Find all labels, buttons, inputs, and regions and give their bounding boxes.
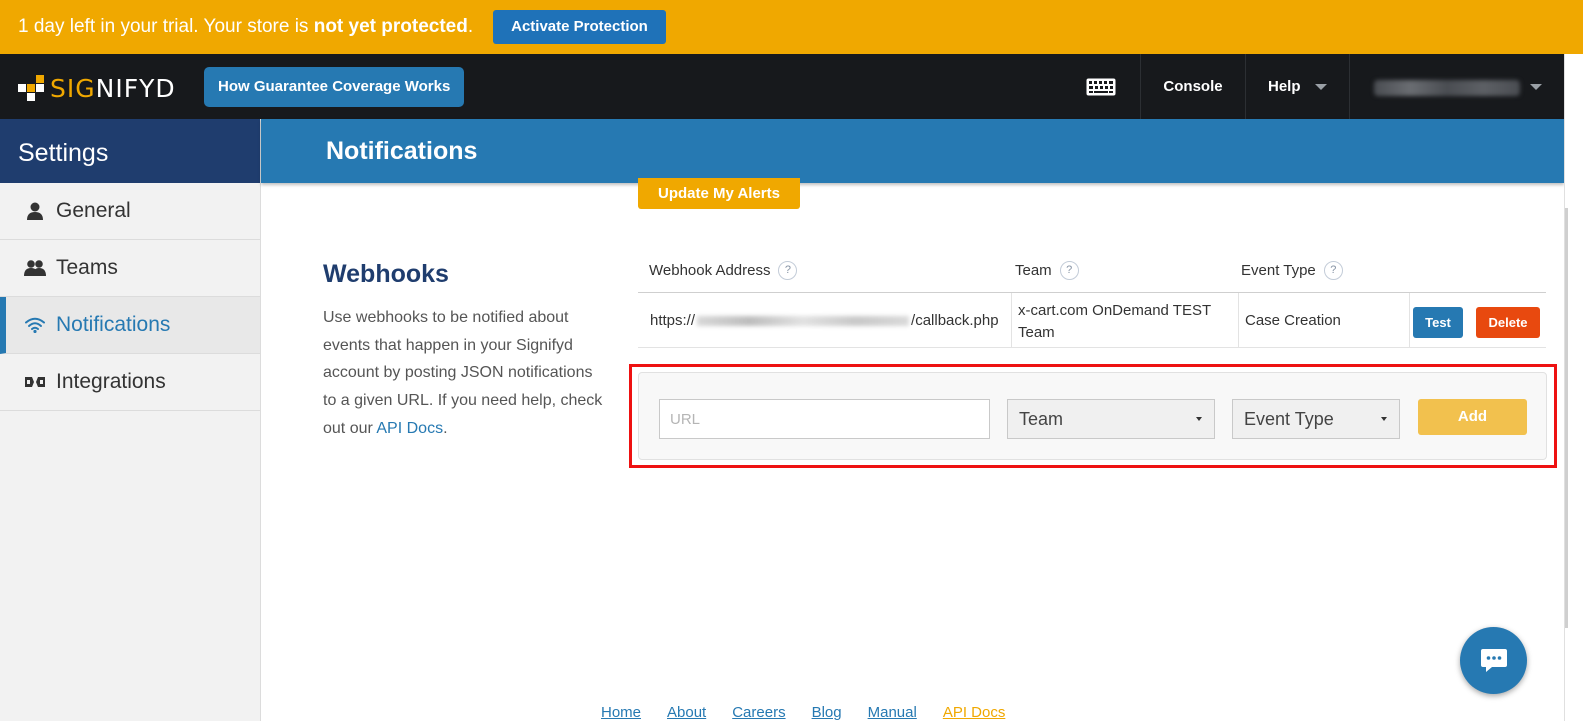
footer-link-about[interactable]: About	[667, 704, 706, 721]
trial-banner: 1 day left in your trial. Your store is …	[0, 0, 1583, 54]
redacted-username	[1374, 80, 1520, 96]
help-icon[interactable]: ?	[1323, 261, 1343, 280]
help-icon[interactable]: ?	[778, 261, 798, 280]
guarantee-coverage-button[interactable]: How Guarantee Coverage Works	[204, 67, 465, 107]
team-icon	[24, 257, 46, 279]
footer-link-api-docs[interactable]: API Docs	[943, 704, 1006, 721]
webhooks-description: Use webhooks to be notified about events…	[323, 309, 603, 437]
trial-message: 1 day left in your trial. Your store is …	[18, 16, 474, 37]
column-header-event-type: Event Type?	[1241, 261, 1343, 280]
chat-icon	[1480, 648, 1507, 672]
page-header: Notifications	[261, 119, 1564, 183]
table-header: Webhook Address? Team? Event Type?	[638, 253, 1546, 293]
footer-link-manual[interactable]: Manual	[868, 704, 917, 721]
cell-divider	[1409, 293, 1410, 348]
keyboard-icon	[1086, 78, 1116, 95]
footer-link-home[interactable]: Home	[601, 704, 641, 721]
integration-icon	[24, 371, 46, 393]
cell-divider	[1011, 293, 1012, 348]
webhook-address: https:///callback.php	[650, 312, 999, 329]
signifyd-logo[interactable]: SIGNIFYD	[18, 73, 176, 103]
settings-sidebar: Settings General Teams Notifications Int…	[0, 119, 261, 721]
sidebar-item-label: Integrations	[56, 370, 166, 393]
footer-link-careers[interactable]: Careers	[732, 704, 785, 721]
logo-wordmark: SIGNIFYD	[50, 73, 176, 103]
help-icon[interactable]: ?	[1059, 261, 1079, 280]
webhooks-heading: Webhooks	[323, 260, 449, 288]
column-header-team: Team?	[1015, 261, 1079, 280]
table-row: https:///callback.php x-cart.com OnDeman…	[638, 293, 1546, 348]
chevron-down-icon	[1315, 84, 1327, 90]
logo-mark-icon	[18, 74, 46, 102]
update-alerts-button[interactable]: Update My Alerts	[638, 178, 800, 209]
keyboard-shortcuts-button[interactable]	[1062, 54, 1141, 119]
activate-protection-button[interactable]: Activate Protection	[493, 10, 666, 44]
page-title: Notifications	[326, 137, 478, 165]
webhook-team: x-cart.com OnDemand TEST Team	[1018, 302, 1211, 341]
test-webhook-button[interactable]: Test	[1413, 307, 1463, 338]
help-menu[interactable]: Help	[1246, 54, 1350, 119]
sidebar-item-notifications[interactable]: Notifications	[0, 297, 260, 354]
user-icon	[24, 200, 46, 222]
wifi-icon	[24, 314, 46, 336]
chat-widget-button[interactable]	[1460, 627, 1527, 694]
cell-divider	[1238, 293, 1239, 348]
help-label: Help	[1268, 78, 1301, 95]
delete-webhook-button[interactable]: Delete	[1476, 307, 1540, 338]
footer-link-blog[interactable]: Blog	[812, 704, 842, 721]
sidebar-item-label: Teams	[56, 256, 118, 279]
highlight-annotation	[629, 364, 1557, 468]
console-link[interactable]: Console	[1141, 54, 1246, 119]
api-docs-link[interactable]: API Docs	[376, 420, 443, 437]
sidebar-item-label: Notifications	[56, 313, 171, 336]
sidebar-item-teams[interactable]: Teams	[0, 240, 260, 297]
user-menu[interactable]	[1350, 54, 1583, 119]
chevron-down-icon	[1530, 84, 1542, 90]
scrollbar-thumb[interactable]	[1565, 208, 1568, 628]
top-navigation: SIGNIFYD How Guarantee Coverage Works Co…	[0, 54, 1583, 119]
redacted-url	[697, 316, 910, 327]
sidebar-title: Settings	[0, 119, 260, 183]
sidebar-item-label: General	[56, 199, 131, 222]
footer-links: Home About Careers Blog Manual API Docs	[601, 704, 1005, 721]
webhooks-table: Webhook Address? Team? Event Type? https…	[638, 253, 1546, 348]
sidebar-item-general[interactable]: General	[0, 183, 260, 240]
column-header-address: Webhook Address?	[649, 261, 798, 280]
sidebar-item-integrations[interactable]: Integrations	[0, 354, 260, 411]
webhook-event-type: Case Creation	[1245, 312, 1341, 329]
